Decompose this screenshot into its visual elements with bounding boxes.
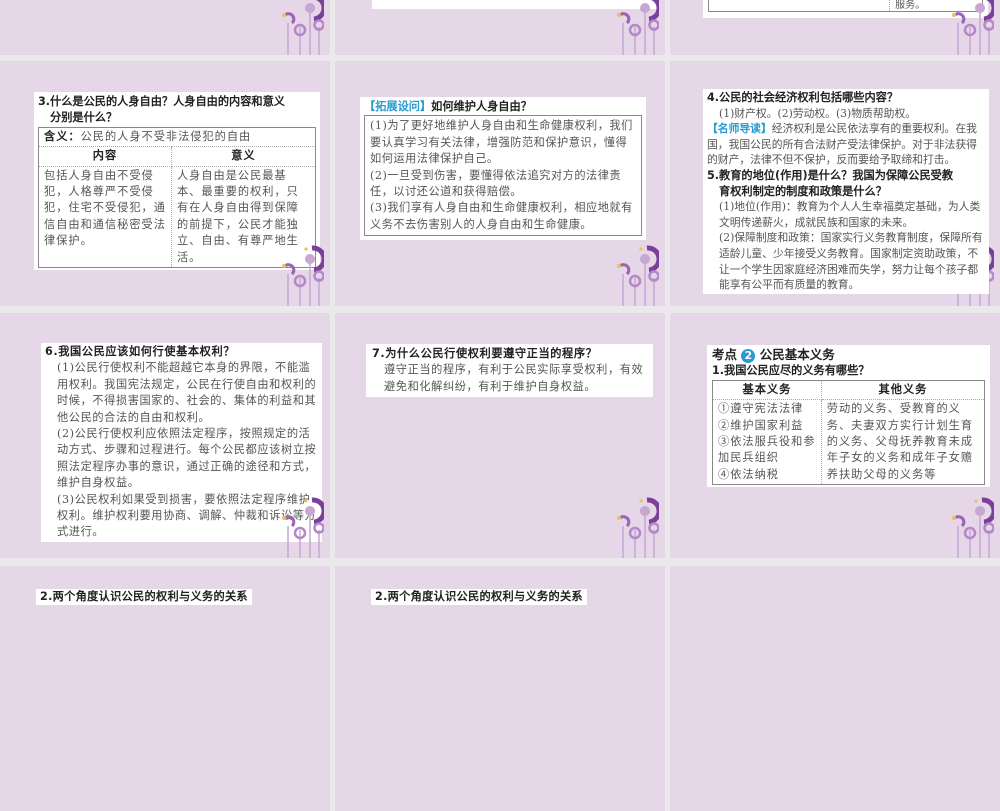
duties-table: 基本义务 其他义务 ①遵守宪法法律 ②维护国家利益 ③依法服兵役和参加民兵组织 ④… [712,379,986,486]
question-title: 3.什么是公民的人身自由？人身自由的内容和意义 [38,95,285,108]
section-number-badge: 2 [741,349,756,363]
question-title-cont: 分别是什么？ [50,111,118,125]
slide-thumbnail[interactable]: 7.为什么公民行使权利要遵守正当的程序？ 遵守正当的程序，有利于公民实际享受权利… [335,313,665,558]
liberty-table: 含义：公民的人身不受非法侵犯的自由 内容 意义 包括人身自由不受侵犯，人格尊严不受… [38,126,317,269]
table-cell: 包括人身自由不受侵犯，人格尊严不受侵犯，住宅不受侵犯，通信自由和通信秘密受法律保… [38,165,172,269]
slide-heading: 2.两个角度认识公民的权利与义务的关系 [371,589,587,605]
slide-thumbnail[interactable]: 4.公民的社会经济权利包括哪些内容？ (1)财产权。(2)劳动权。(3)物质帮助… [670,61,1000,306]
column-header: 意义 [170,146,317,167]
section-prefix: 考点 [712,347,738,362]
table-cell: 服务。 [895,0,926,11]
duty-item: ③依法服兵役和参加民兵组织 [718,435,816,465]
question-title: 1.我国公民应尽的义务有哪些？ [712,364,870,378]
definition-text: 公民的人身不受非法侵犯的自由 [80,129,252,143]
slide-thumbnail[interactable]: 考点 2 公民基本义务 1.我国公民应尽的义务有哪些？ 基本义务 其他义务 ①遵守… [670,313,1000,558]
slide-thumbnail[interactable]: 服务。 [670,0,1000,55]
flower-decoration-icon [611,0,659,55]
duty-item: ④依法纳税 [718,467,779,481]
slide-heading: 2.两个角度认识公民的权利与义务的关系 [36,589,252,605]
slide-thumbnail[interactable]: 3.什么是公民的人身自由？人身自由的内容和意义 分别是什么？ 含义：公民的人身不… [0,61,330,306]
answer-paragraph: (1)地位(作用)：教育为个人人生幸福奠定基础，为人类文明传递薪火，成就民族和国… [719,200,981,229]
question-title: 6.我国公民应该如何行使基本权利？ [45,345,236,358]
answer-paragraph: (1)为了更好地维护人身自由和生命健康权利，我们要认真学习有关法律，增强防范和保… [370,119,633,166]
content-box: 【拓展设问】如何维护人身自由？ (1)为了更好地维护人身自由和生命健康权利，我们… [360,97,646,241]
flower-decoration-icon [276,496,324,558]
section-title: 公民基本义务 [759,347,835,362]
slide-thumbnail[interactable] [670,566,1000,811]
table-cell: 劳动的义务、受教育的义务、夫妻双方实行计划生育的义务、父母抚养教育未成年子女的义… [820,399,986,486]
slide-thumbnail[interactable] [0,0,330,55]
question-title: 4.公民的社会经济权利包括哪些内容？ [707,91,899,104]
answer-paragraph: (2)公民行使权利应依照法定程序，按照规定的活动方式、步骤和过程进行。每个公民都… [57,427,317,490]
answer-frame: (1)为了更好地维护人身自由和生命健康权利，我们要认真学习有关法律，增强防范和保… [364,115,642,237]
answer-text: (1)财产权。(2)劳动权。(3)物质帮助权。 [719,106,917,120]
question-title: 5.教育的地位(作用)是什么？我国为保障公民受教 [707,168,954,182]
slide-thumbnail[interactable]: 2.两个角度认识公民的权利与义务的关系 [335,566,665,811]
content-box: 7.为什么公民行使权利要遵守正当的程序？ 遵守正当的程序，有利于公民实际享受权利… [366,344,653,398]
question-title: 7.为什么公民行使权利要遵守正当的程序？ [372,347,598,360]
answer-paragraph: (2)一旦受到伤害，要懂得依法追究对方的法律责任，以讨还公道和获得赔偿。 [370,168,622,199]
answer-paragraph: (1)公民行使权利不能超越它本身的界限，不能滥用权利。我国宪法规定，公民在行使自… [57,361,317,424]
slide-thumbnail[interactable]: 【拓展设问】如何维护人身自由？ (1)为了更好地维护人身自由和生命健康权利，我们… [335,61,665,306]
duty-item: ①遵守宪法法律 [718,402,804,416]
table-cell: ①遵守宪法法律 ②维护国家利益 ③依法服兵役和参加民兵组织 ④依法纳税 [712,399,822,486]
column-header: 基本义务 [712,379,822,401]
flower-decoration-icon [276,0,324,55]
slide-thumbnail[interactable] [335,0,665,55]
flower-decoration-icon [276,244,324,306]
content-box: 考点 2 公民基本义务 1.我国公民应尽的义务有哪些？ 基本义务 其他义务 ①遵守… [707,345,990,488]
flower-decoration-icon [611,496,659,558]
answer-text: 遵守正当的程序，有利于公民实际享受权利，有效避免和化解纠纷，有利于维护自身权益。 [384,363,644,393]
column-header: 内容 [38,146,172,167]
section-heading: 考点 2 公民基本义务 [712,347,985,363]
slide-thumbnail[interactable]: 2.两个角度认识公民的权利与义务的关系 [0,566,330,811]
answer-paragraph: (2)保障制度和政策：国家实行义务教育制度，保障所有适龄儿童、少年接受义务教育。… [719,231,983,292]
content-box: 4.公民的社会经济权利包括哪些内容？ (1)财产权。(2)劳动权。(3)物质帮助… [703,89,989,294]
question-title: 如何维护人身自由？ [431,100,532,113]
teacher-note-tag: 【名师导读】 [707,122,772,136]
flower-decoration-icon [611,244,659,306]
flower-decoration-icon [946,0,994,55]
slide-thumbnail[interactable]: 6.我国公民应该如何行使基本权利？ (1)公民行使权利不能超越它本身的界限，不能… [0,313,330,558]
answer-paragraph: (3)我们享有人身自由和生命健康权利，相应地就有义务不去伤害别人的人身自由和生命… [370,201,633,231]
definition-label: 含义： [44,129,81,143]
question-title-cont: 育权利制定的制度和政策是什么？ [719,184,887,198]
extension-tag: 【拓展设问】 [364,100,432,113]
column-header: 其他义务 [820,379,986,401]
duty-item: ②维护国家利益 [718,418,804,432]
flower-decoration-icon [946,496,994,558]
